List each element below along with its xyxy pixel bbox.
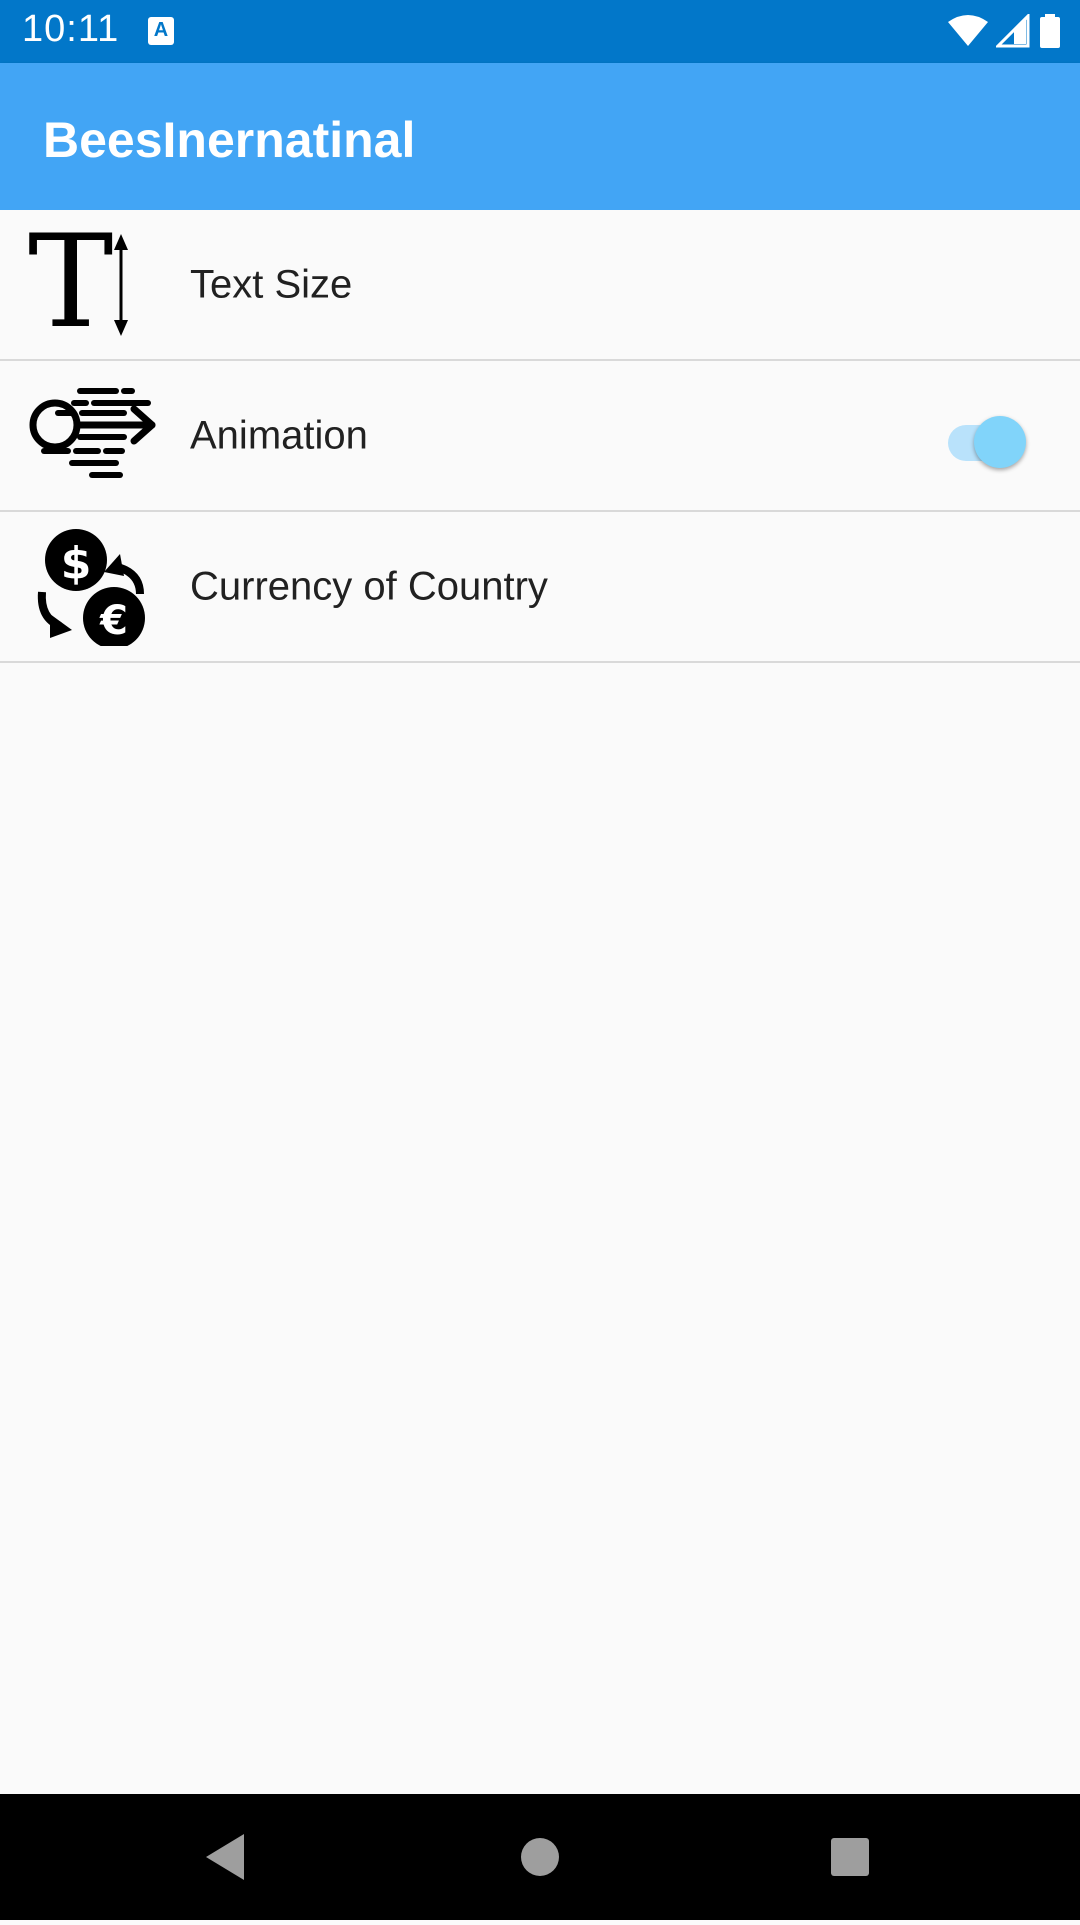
status-bar: 10:11 A [0, 0, 1080, 63]
home-button[interactable] [480, 1794, 600, 1920]
nav-bar [0, 1794, 1080, 1920]
status-time: 10:11 [22, 8, 120, 50]
wifi-icon [948, 15, 988, 46]
back-button[interactable] [166, 1794, 286, 1920]
back-icon [206, 1834, 244, 1880]
toggle-thumb [974, 415, 1026, 468]
home-icon [521, 1838, 559, 1876]
recent-apps-icon [831, 1838, 869, 1876]
setting-row-animation[interactable]: Animation [0, 361, 1080, 512]
text-size-icon: T [28, 208, 158, 357]
status-icons [940, 14, 1062, 48]
setting-label-animation: Animation [190, 413, 368, 457]
signal-icon [996, 14, 1030, 48]
setting-row-currency[interactable]: $ € Currency of Country [0, 512, 1080, 663]
currency-exchange-icon: $ € [28, 528, 158, 649]
setting-row-text-size[interactable]: T Text Size [0, 208, 1080, 361]
app-bar: BeesInernatinal [0, 63, 1080, 210]
animation-toggle[interactable] [942, 408, 1028, 468]
setting-label-text-size: Text Size [190, 262, 353, 306]
settings-list: T Text Size Animation $ € Currency of Co… [0, 208, 1080, 663]
svg-text:$: $ [61, 538, 92, 589]
svg-text:T: T [28, 226, 113, 344]
setting-label-currency: Currency of Country [190, 564, 548, 608]
animation-icon [28, 377, 158, 495]
battery-icon [1040, 14, 1060, 48]
app-title: BeesInernatinal [43, 112, 416, 168]
app-notification-icon: A [148, 17, 174, 45]
recent-apps-button[interactable] [790, 1794, 910, 1920]
svg-text:€: € [99, 598, 128, 644]
